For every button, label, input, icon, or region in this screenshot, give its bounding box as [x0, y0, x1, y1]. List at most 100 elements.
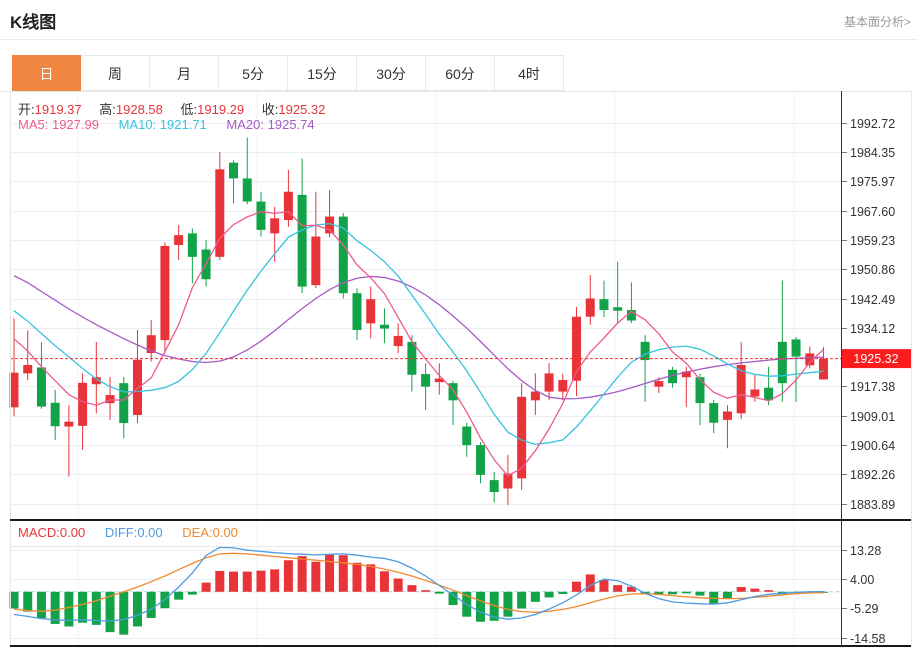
macd-bar	[229, 571, 239, 592]
macd-axis-label: 4.00	[850, 573, 874, 587]
open-label: 开:	[18, 102, 35, 117]
candle-body	[64, 421, 74, 427]
macd-bar	[352, 562, 362, 592]
macd-bar	[736, 587, 746, 592]
macd-bar	[393, 578, 403, 592]
candle-body	[36, 367, 46, 407]
ma5-value: 1927.99	[51, 117, 99, 132]
macd-readout: MACD:0.00 DIFF:0.00 DEA:0.00	[18, 525, 254, 540]
candle-body	[750, 389, 760, 397]
macd-axis-label: -14.58	[850, 632, 885, 646]
candle-body	[544, 373, 554, 392]
macd-bar	[201, 582, 211, 592]
price-axis-label: 1909.01	[850, 410, 895, 424]
candle-body	[311, 236, 321, 286]
macd-bar	[64, 591, 74, 627]
candle-body	[599, 299, 609, 311]
macd-bar	[270, 569, 280, 592]
price-axis-label: 1934.12	[850, 322, 895, 336]
candle-body	[393, 335, 403, 347]
kline-chart-canvas[interactable]: 1992.72 1984.35 1975.97 1967.60 1959.23 1950.…	[0, 0, 917, 650]
candle-body	[270, 218, 280, 234]
ma20-value: 1925.74	[267, 117, 315, 132]
ma-readout: MA5: 1927.99 MA10: 1921.71 MA20: 1925.74	[18, 117, 331, 132]
candle-body	[105, 395, 115, 404]
price-axis-label: 1942.49	[850, 293, 895, 307]
candle-body	[640, 341, 650, 361]
macd-bar	[325, 554, 335, 592]
macd-bar	[379, 571, 389, 592]
ma10-label: MA10:	[118, 117, 157, 132]
candle-body	[613, 307, 623, 311]
candle-body	[462, 426, 472, 446]
macd-bar	[475, 591, 485, 622]
macd-bar	[119, 591, 129, 635]
candle-body	[558, 380, 568, 392]
dea-label: DEA:	[182, 525, 213, 540]
candle-body	[736, 364, 746, 414]
candle-body	[722, 411, 732, 420]
close-value: 1925.32	[278, 102, 326, 117]
ma20-label: MA20:	[226, 117, 264, 132]
macd-bar	[503, 591, 513, 617]
low-value: 1919.29	[197, 102, 245, 117]
macd-bar	[283, 560, 293, 592]
high-value: 1928.58	[115, 102, 163, 117]
macd-bar	[421, 590, 431, 592]
macd-bar	[599, 580, 609, 592]
macd-bar	[311, 561, 321, 592]
candle-body	[160, 245, 170, 341]
candle-body	[297, 194, 307, 287]
low-label: 低:	[180, 102, 198, 117]
dea-value: 0.00	[212, 525, 238, 540]
macd-bar	[132, 591, 142, 627]
candle-body	[695, 377, 705, 404]
macd-bar	[613, 585, 623, 592]
candle-body	[709, 403, 719, 423]
macd-bar	[434, 591, 444, 594]
macd-bar	[750, 588, 760, 592]
macd-bar	[558, 591, 568, 594]
macd-bar	[544, 591, 554, 598]
price-axis-label: 1917.38	[850, 380, 895, 394]
macd-bar	[256, 570, 266, 592]
candle-body	[174, 235, 184, 245]
candle-body	[654, 381, 664, 387]
price-axis-label: 1992.72	[850, 117, 895, 131]
price-axis-label: 1900.64	[850, 439, 895, 453]
ma10-value: 1921.71	[159, 117, 207, 132]
macd-bar	[407, 585, 417, 592]
candle-body	[242, 178, 252, 202]
macd-bar	[681, 591, 691, 594]
kline-page: K线图 基本面分析> 日 周 月 5分 15分 30分 60分 4时 1992.…	[0, 0, 917, 650]
high-label: 高:	[99, 102, 116, 117]
macd-bar	[764, 590, 774, 592]
price-axis-label: 1950.86	[850, 263, 895, 277]
macd-bar	[297, 556, 307, 592]
candle-body	[256, 201, 266, 230]
candle-body	[229, 162, 239, 179]
candle-body	[777, 341, 787, 384]
macd-bar	[517, 591, 527, 609]
macd-bar	[722, 591, 732, 599]
candle-body	[818, 358, 828, 380]
macd-axis-label: 13.28	[850, 544, 881, 558]
macd-bar	[448, 591, 458, 606]
macd-bar	[572, 581, 582, 592]
macd-bar	[174, 591, 184, 600]
diff-value: 0.00	[137, 525, 163, 540]
candle-body	[585, 298, 595, 317]
macd-bar	[366, 564, 376, 592]
price-axis-label: 1967.60	[850, 205, 895, 219]
candle-body	[78, 382, 88, 426]
macd-axis-label: -5.29	[850, 602, 879, 616]
macd-bar	[146, 591, 156, 618]
candle-body	[475, 445, 485, 475]
candle-body	[187, 233, 197, 257]
macd-bar	[585, 574, 595, 592]
macd-bar	[695, 591, 705, 596]
candle-body	[132, 359, 142, 416]
candle-body	[530, 391, 540, 401]
macd-label: MACD:	[18, 525, 60, 540]
ohlc-readout: 开:1919.37 高:1928.58 低:1919.29 收:1925.32	[18, 99, 339, 118]
